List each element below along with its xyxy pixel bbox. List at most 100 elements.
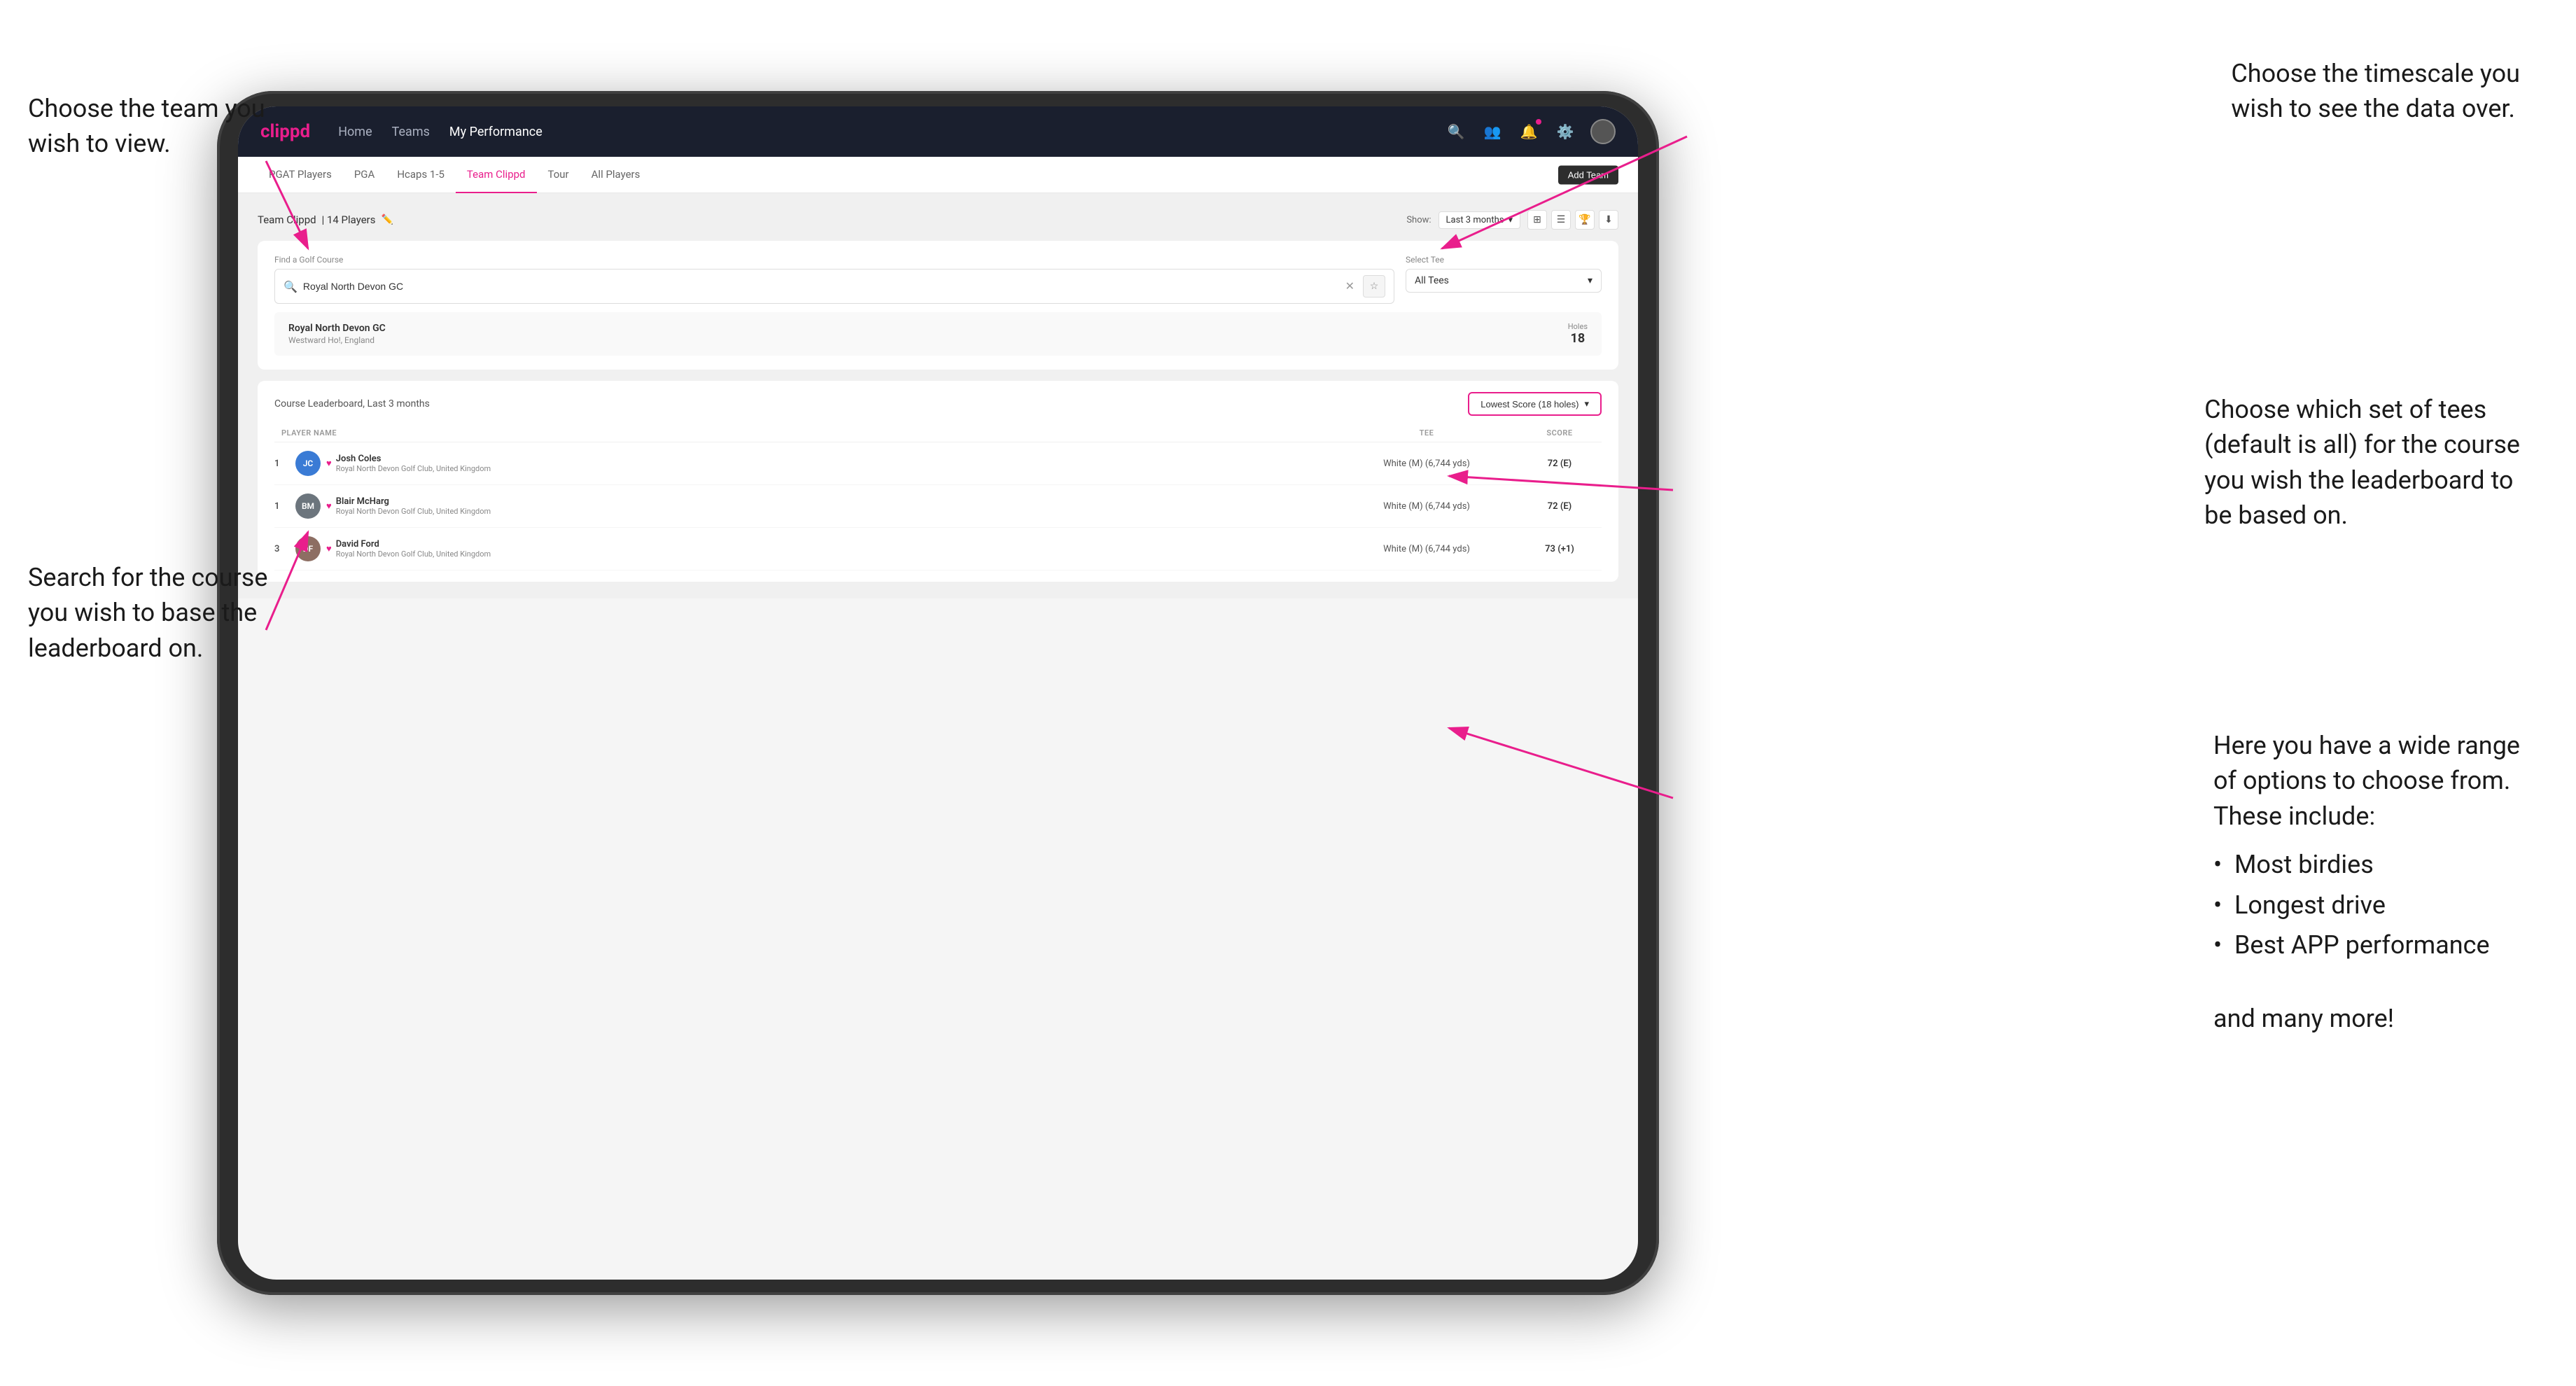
- holes-badge: Holes 18: [1568, 322, 1588, 346]
- player-club: Royal North Devon Golf Club, United King…: [336, 464, 1336, 473]
- grid-view-button[interactable]: ⊞: [1527, 210, 1547, 230]
- search-section: Find a Golf Course 🔍 ✕ ☆ Select Tee All …: [258, 241, 1618, 370]
- navbar-icons: 🔍 👥 🔔 ⚙️: [1445, 119, 1616, 144]
- player-club: Royal North Devon Golf Club, United King…: [336, 507, 1336, 516]
- col-player-name: PLAYER NAME: [274, 428, 1336, 438]
- find-course-label: Find a Golf Course: [274, 255, 1394, 265]
- course-location: Westward Ho!, England: [288, 335, 386, 345]
- heart-icon: ♥: [326, 500, 332, 512]
- holes-label: Holes: [1568, 322, 1588, 331]
- chevron-down-icon: ▾: [1508, 215, 1513, 225]
- tablet-screen: clippd Home Teams My Performance 🔍 👥 🔔 ⚙…: [238, 106, 1638, 1280]
- main-content: Team Clippd | 14 Players ✏️ Show: Last 3…: [238, 193, 1638, 598]
- tab-team-clippd[interactable]: Team Clippd: [456, 157, 537, 193]
- show-dropdown[interactable]: Last 3 months ▾: [1438, 211, 1520, 229]
- list-item: Longest drive: [2213, 886, 2520, 926]
- player-score: 72 (E): [1518, 501, 1602, 512]
- search-icon: 🔍: [284, 280, 298, 293]
- chevron-down-icon: ▾: [1584, 398, 1589, 410]
- heart-icon: ♥: [326, 458, 332, 469]
- course-info: Royal North Devon GC Westward Ho!, Engla…: [288, 323, 386, 345]
- player-info: Josh Coles Royal North Devon Golf Club, …: [336, 454, 1336, 473]
- col-score: SCORE: [1518, 428, 1602, 438]
- tablet-frame: clippd Home Teams My Performance 🔍 👥 🔔 ⚙…: [217, 91, 1659, 1295]
- team-title: Team Clippd | 14 Players ✏️: [258, 214, 393, 226]
- avatar[interactable]: [1590, 119, 1616, 144]
- course-name: Royal North Devon GC: [288, 323, 386, 334]
- favorite-button[interactable]: ☆: [1363, 275, 1385, 298]
- show-label: Show:: [1406, 215, 1431, 225]
- show-controls: Show: Last 3 months ▾ ⊞ ☰ 🏆 ⬇: [1406, 210, 1618, 230]
- holes-number: 18: [1568, 331, 1588, 346]
- annotation-right-options: Here you have a wide range of options to…: [2213, 728, 2520, 1037]
- sub-nav: PGAT Players PGA Hcaps 1-5 Team Clippd T…: [238, 157, 1638, 193]
- add-team-button[interactable]: Add Team: [1558, 165, 1618, 184]
- edit-icon[interactable]: ✏️: [382, 214, 393, 225]
- tab-hcaps[interactable]: Hcaps 1-5: [386, 157, 456, 193]
- player-score: 73 (+1): [1518, 544, 1602, 554]
- avatar: BM: [295, 493, 321, 519]
- score-type-button[interactable]: Lowest Score (18 holes) ▾: [1468, 392, 1602, 416]
- col-tee: TEE: [1336, 428, 1518, 438]
- player-tee: White (M) (6,744 yds): [1336, 544, 1518, 554]
- annotation-middle-right: Choose which set of tees (default is all…: [2204, 392, 2520, 533]
- team-name: Team Clippd: [258, 214, 316, 226]
- search-icon[interactable]: 🔍: [1445, 120, 1467, 143]
- tee-select-dropdown[interactable]: All Tees ▾: [1406, 269, 1602, 293]
- player-tee: White (M) (6,744 yds): [1336, 501, 1518, 512]
- player-club: Royal North Devon Golf Club, United King…: [336, 550, 1336, 559]
- course-search-input[interactable]: [303, 281, 1340, 292]
- notification-icon[interactable]: 🔔: [1518, 120, 1540, 143]
- app-logo: clippd: [260, 121, 310, 142]
- leaderboard-section: Course Leaderboard, Last 3 months Lowest…: [258, 381, 1618, 582]
- player-info: David Ford Royal North Devon Golf Club, …: [336, 539, 1336, 559]
- list-view-button[interactable]: ☰: [1551, 210, 1571, 230]
- player-tee: White (M) (6,744 yds): [1336, 458, 1518, 469]
- list-item: Best APP performance: [2213, 925, 2520, 966]
- course-search-field: Find a Golf Course 🔍 ✕ ☆: [274, 255, 1394, 304]
- annotation-left-search: Search for the course you wish to base t…: [28, 560, 267, 666]
- annotation-top-left: Choose the team you wish to view.: [28, 91, 265, 162]
- search-row: Find a Golf Course 🔍 ✕ ☆ Select Tee All …: [274, 255, 1602, 304]
- player-name: David Ford: [336, 539, 1336, 550]
- trophy-view-button[interactable]: 🏆: [1575, 210, 1595, 230]
- search-input-wrap: 🔍 ✕ ☆: [274, 269, 1394, 304]
- nav-my-performance[interactable]: My Performance: [449, 125, 542, 139]
- options-list: Most birdies Longest drive Best APP perf…: [2213, 845, 2520, 966]
- leaderboard-title: Course Leaderboard, Last 3 months: [274, 398, 430, 410]
- navbar-links: Home Teams My Performance: [338, 125, 1445, 139]
- player-rank: 1: [274, 501, 295, 512]
- course-result: Royal North Devon GC Westward Ho!, Engla…: [274, 312, 1602, 356]
- view-icons: ⊞ ☰ 🏆 ⬇: [1527, 210, 1618, 230]
- player-name: Blair McHarg: [336, 496, 1336, 507]
- nav-teams[interactable]: Teams: [392, 125, 430, 139]
- player-count: | 14 Players: [322, 214, 376, 226]
- tab-tour[interactable]: Tour: [537, 157, 580, 193]
- table-row: 3 DF ♥ David Ford Royal North Devon Golf…: [274, 528, 1602, 570]
- settings-icon[interactable]: ⚙️: [1554, 120, 1576, 143]
- tab-all-players[interactable]: All Players: [580, 157, 652, 193]
- select-tee-label: Select Tee: [1406, 255, 1602, 265]
- player-name: Josh Coles: [336, 454, 1336, 464]
- list-item: Most birdies: [2213, 845, 2520, 886]
- annotation-top-right: Choose the timescale you wish to see the…: [2231, 56, 2520, 127]
- chevron-down-icon: ▾: [1588, 275, 1592, 286]
- leaderboard-header: Course Leaderboard, Last 3 months Lowest…: [274, 392, 1602, 416]
- navbar: clippd Home Teams My Performance 🔍 👥 🔔 ⚙…: [238, 106, 1638, 157]
- nav-home[interactable]: Home: [338, 125, 372, 139]
- heart-icon: ♥: [326, 543, 332, 554]
- player-score: 72 (E): [1518, 458, 1602, 469]
- player-rank: 1: [274, 458, 295, 469]
- tab-pga[interactable]: PGA: [343, 157, 386, 193]
- avatar: JC: [295, 451, 321, 476]
- table-row: 1 BM ♥ Blair McHarg Royal North Devon Go…: [274, 485, 1602, 528]
- table-row: 1 JC ♥ Josh Coles Royal North Devon Golf…: [274, 442, 1602, 485]
- tee-field: Select Tee All Tees ▾: [1406, 255, 1602, 304]
- team-header: Team Clippd | 14 Players ✏️ Show: Last 3…: [258, 210, 1618, 230]
- avatar: DF: [295, 536, 321, 561]
- tab-pgat-players[interactable]: PGAT Players: [258, 157, 343, 193]
- download-button[interactable]: ⬇: [1599, 210, 1618, 230]
- player-rank: 3: [274, 544, 295, 554]
- people-icon[interactable]: 👥: [1481, 120, 1504, 143]
- clear-button[interactable]: ✕: [1345, 279, 1354, 293]
